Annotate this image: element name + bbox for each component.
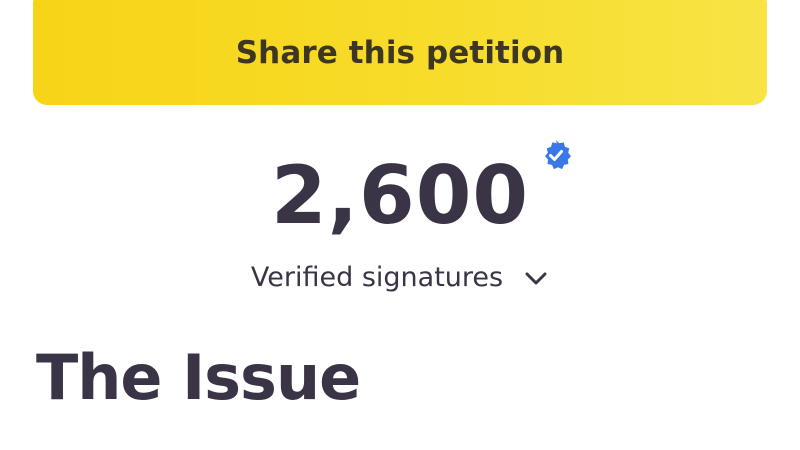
petition-page: Share this petition 2,600 Verified signa… [0, 0, 800, 450]
signature-count-wrap: 2,600 [270, 140, 572, 244]
verified-signatures-toggle[interactable]: Verified signatures [0, 262, 800, 293]
chevron-down-icon[interactable] [523, 265, 549, 291]
signature-count: 2,600 [270, 149, 530, 242]
signature-counter: 2,600 [0, 140, 800, 244]
verified-badge-icon [545, 140, 572, 170]
verified-signatures-label: Verified signatures [250, 262, 504, 293]
issue-heading: The Issue [36, 341, 361, 414]
share-petition-label: Share this petition [235, 34, 565, 71]
share-petition-button[interactable]: Share this petition [33, 0, 767, 105]
